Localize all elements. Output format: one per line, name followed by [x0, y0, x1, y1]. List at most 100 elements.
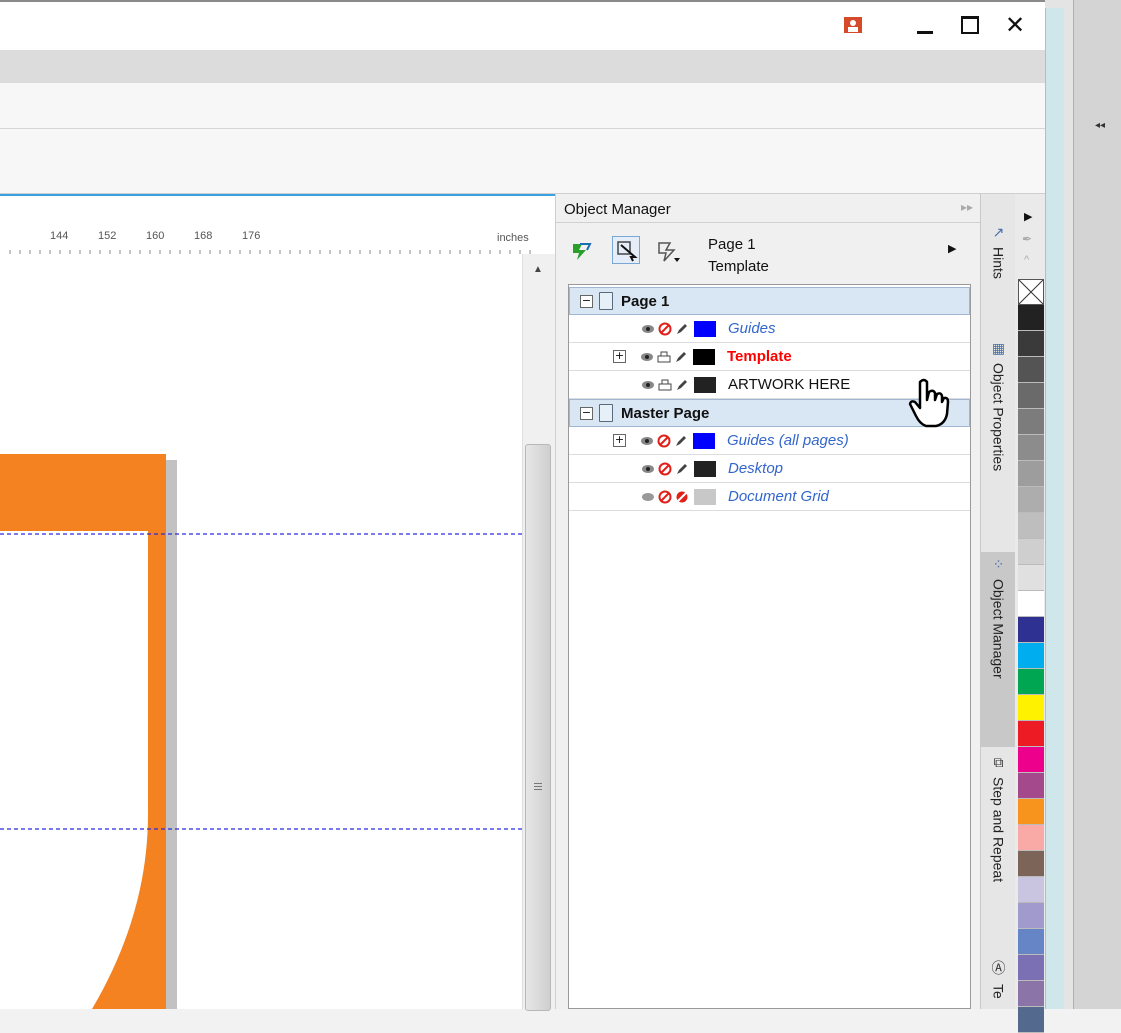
close-button[interactable]: ✕: [1000, 10, 1030, 40]
tab-step-and-repeat[interactable]: ⧉ Step and Repeat: [981, 754, 1016, 882]
menu-bar: [0, 50, 1045, 83]
scroll-up-arrow-icon[interactable]: ▲: [533, 264, 543, 275]
layer-row-document-grid[interactable]: Document Grid: [569, 483, 970, 511]
printer-icon[interactable]: [657, 350, 671, 364]
layer-color-swatch[interactable]: [694, 488, 716, 505]
color-swatch[interactable]: [1018, 981, 1044, 1007]
color-swatch[interactable]: [1018, 955, 1044, 981]
color-swatch[interactable]: [1018, 383, 1044, 409]
page-name: Page 1: [621, 292, 670, 310]
eye-icon[interactable]: [641, 378, 655, 392]
print-disabled-icon[interactable]: [657, 434, 671, 448]
expand-icon[interactable]: +: [613, 350, 626, 363]
layer-color-swatch[interactable]: [694, 460, 716, 477]
color-swatch[interactable]: [1018, 643, 1044, 669]
printer-icon[interactable]: [658, 378, 672, 392]
color-swatch[interactable]: [1018, 825, 1044, 851]
color-swatch[interactable]: [1018, 929, 1044, 955]
color-swatch[interactable]: [1018, 695, 1044, 721]
expand-icon[interactable]: +: [613, 434, 626, 447]
hints-icon: ↗: [992, 224, 1005, 240]
color-swatch[interactable]: [1018, 409, 1044, 435]
color-swatch[interactable]: [1018, 1007, 1044, 1033]
layer-row-guides-all[interactable]: + Guides (all pages): [569, 427, 970, 455]
layer-manager-view-icon[interactable]: [656, 240, 682, 264]
color-swatch[interactable]: [1018, 539, 1044, 565]
eye-icon[interactable]: [640, 434, 654, 448]
color-swatch[interactable]: [1018, 513, 1044, 539]
layer-color-swatch[interactable]: [693, 432, 715, 449]
drawing-canvas[interactable]: [0, 254, 522, 1009]
layer-color-swatch[interactable]: [693, 348, 715, 365]
tab-object-manager[interactable]: ⁘ Object Manager: [981, 552, 1016, 747]
artwork: [0, 454, 522, 1009]
color-swatch[interactable]: [1018, 357, 1044, 383]
collapse-icon[interactable]: −: [580, 294, 593, 308]
no-color-swatch[interactable]: [1018, 279, 1044, 305]
print-disabled-icon[interactable]: [658, 462, 672, 476]
ruler-unit: inches: [497, 232, 529, 244]
show-object-properties-icon[interactable]: [570, 240, 592, 262]
page-row[interactable]: − Page 1: [569, 287, 970, 315]
eyedropper-icon[interactable]: ✒: [1022, 232, 1032, 246]
color-swatch[interactable]: [1018, 721, 1044, 747]
pencil-icon[interactable]: [674, 434, 688, 448]
color-swatch[interactable]: [1018, 331, 1044, 357]
pencil-icon[interactable]: [675, 462, 689, 476]
eye-icon[interactable]: [641, 462, 655, 476]
object-manager-docker: Object Manager ▸▸ ✕ Page 1 Template ▶ − …: [555, 194, 1002, 1009]
color-swatch[interactable]: [1018, 305, 1044, 331]
color-swatch[interactable]: [1018, 773, 1044, 799]
print-disabled-icon[interactable]: [658, 490, 672, 504]
palette-scroll-icon[interactable]: ▶: [1024, 210, 1032, 223]
vertical-scrollbar[interactable]: ▲: [522, 254, 556, 1011]
color-swatch[interactable]: [1018, 799, 1044, 825]
minimize-button[interactable]: [910, 10, 940, 40]
layer-row-template[interactable]: + Template: [569, 343, 970, 371]
color-swatch[interactable]: [1018, 591, 1044, 617]
color-swatch[interactable]: [1018, 461, 1044, 487]
palette-swatches: [1018, 279, 1044, 1033]
eye-icon[interactable]: [640, 350, 654, 364]
edit-disabled-icon[interactable]: [675, 490, 689, 504]
ruler-tick-label: 144: [50, 230, 69, 242]
eye-closed-icon[interactable]: [641, 490, 655, 504]
horizontal-ruler[interactable]: 144 152 160 168 176 inches: [0, 194, 555, 254]
color-swatch[interactable]: [1018, 617, 1044, 643]
maximize-button[interactable]: [955, 10, 985, 40]
color-swatch[interactable]: [1018, 851, 1044, 877]
edit-across-layers-icon[interactable]: [612, 236, 640, 264]
pencil-icon[interactable]: [674, 350, 688, 364]
layer-color-swatch[interactable]: [694, 376, 716, 393]
layer-name: Guides (all pages): [727, 432, 849, 449]
scroll-thumb[interactable]: [525, 444, 551, 1011]
pencil-icon[interactable]: [675, 378, 689, 392]
tab-text[interactable]: Ⓐ Te: [981, 958, 1016, 1009]
collapse-icon[interactable]: −: [580, 406, 593, 420]
pencil-icon[interactable]: [675, 322, 689, 336]
color-swatch[interactable]: [1018, 877, 1044, 903]
tab-hints[interactable]: ↗ Hints: [981, 224, 1016, 279]
layer-row-desktop[interactable]: Desktop: [569, 455, 970, 483]
user-icon[interactable]: [838, 10, 868, 40]
color-swatch[interactable]: [1018, 435, 1044, 461]
text-icon: Ⓐ: [991, 960, 1006, 976]
color-swatch[interactable]: [1018, 747, 1044, 773]
palette-up-icon[interactable]: ^: [1024, 254, 1029, 266]
title-bar: ✕: [0, 0, 1045, 50]
color-swatch[interactable]: [1018, 669, 1044, 695]
page-menu-arrow-icon[interactable]: ▶: [948, 242, 956, 255]
layer-name: Document Grid: [728, 488, 829, 505]
docker-collapse-icon[interactable]: ▸▸: [961, 200, 973, 214]
standard-toolbar: [0, 83, 1045, 129]
layer-color-swatch[interactable]: [694, 320, 716, 337]
object-manager-icon: ⁘: [992, 556, 1005, 572]
expand-toolbox-icon[interactable]: ◂◂: [1095, 120, 1105, 131]
color-swatch[interactable]: [1018, 565, 1044, 591]
print-disabled-icon[interactable]: [658, 322, 672, 336]
color-swatch[interactable]: [1018, 903, 1044, 929]
layer-row-guides[interactable]: Guides: [569, 315, 970, 343]
color-swatch[interactable]: [1018, 487, 1044, 513]
tab-object-properties[interactable]: ▦ Object Properties: [981, 340, 1016, 471]
eye-icon[interactable]: [641, 322, 655, 336]
